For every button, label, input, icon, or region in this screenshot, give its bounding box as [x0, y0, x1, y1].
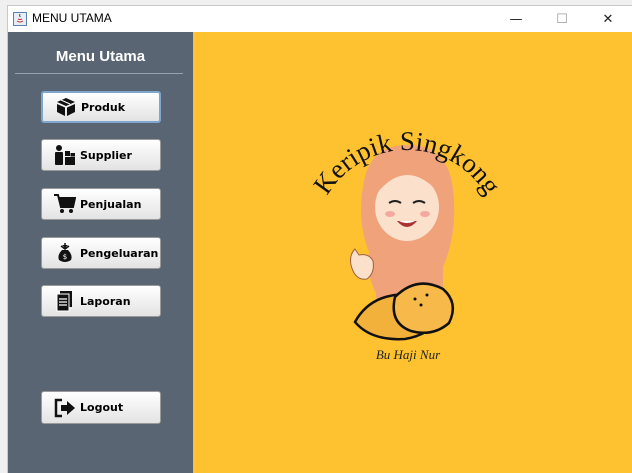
produk-button[interactable]: Produk — [41, 91, 161, 123]
logout-icon — [54, 397, 76, 419]
close-button[interactable]: ✕ — [585, 6, 631, 32]
cart-icon — [54, 193, 76, 215]
penjualan-button[interactable]: Penjualan — [41, 188, 161, 220]
supplier-icon — [54, 144, 76, 166]
logout-button[interactable]: Logout — [41, 391, 161, 424]
keripik-singkong-logo: Keripik Singkong Bu Haji Nur — [307, 126, 507, 362]
logout-label: Logout — [80, 401, 124, 414]
logo-signature: Bu Haji Nur — [376, 347, 441, 362]
window-title: MENU UTAMA — [32, 11, 112, 25]
laporan-label: Laporan — [80, 294, 131, 308]
main-panel: Keripik Singkong Bu Haji Nur — [193, 32, 632, 473]
boxes-icon — [55, 96, 77, 118]
document-icon — [54, 290, 76, 312]
pengeluaran-button[interactable]: $ Pengeluaran — [41, 237, 161, 269]
produk-label: Produk — [81, 100, 126, 114]
laporan-button[interactable]: Laporan — [41, 285, 161, 317]
money-bag-icon: $ — [54, 242, 76, 264]
supplier-button[interactable]: Supplier — [41, 139, 161, 171]
java-app-icon — [13, 12, 27, 26]
minimize-button[interactable]: — — [493, 6, 539, 32]
title-bar: MENU UTAMA — ☐ ✕ — [8, 6, 632, 32]
app-window: MENU UTAMA — ☐ ✕ Menu Utama Produk Suppl… — [8, 6, 632, 473]
svg-text:$: $ — [63, 253, 67, 261]
sidebar-title: Menu Utama — [55, 48, 146, 65]
sidebar-divider — [15, 73, 183, 74]
maximize-button[interactable]: ☐ — [539, 6, 585, 32]
penjualan-label: Penjualan — [80, 197, 142, 211]
pengeluaran-label: Pengeluaran — [80, 246, 159, 260]
supplier-label: Supplier — [80, 148, 132, 162]
sidebar: Menu Utama Produk Supplier Penjualan $ P… — [8, 32, 193, 473]
